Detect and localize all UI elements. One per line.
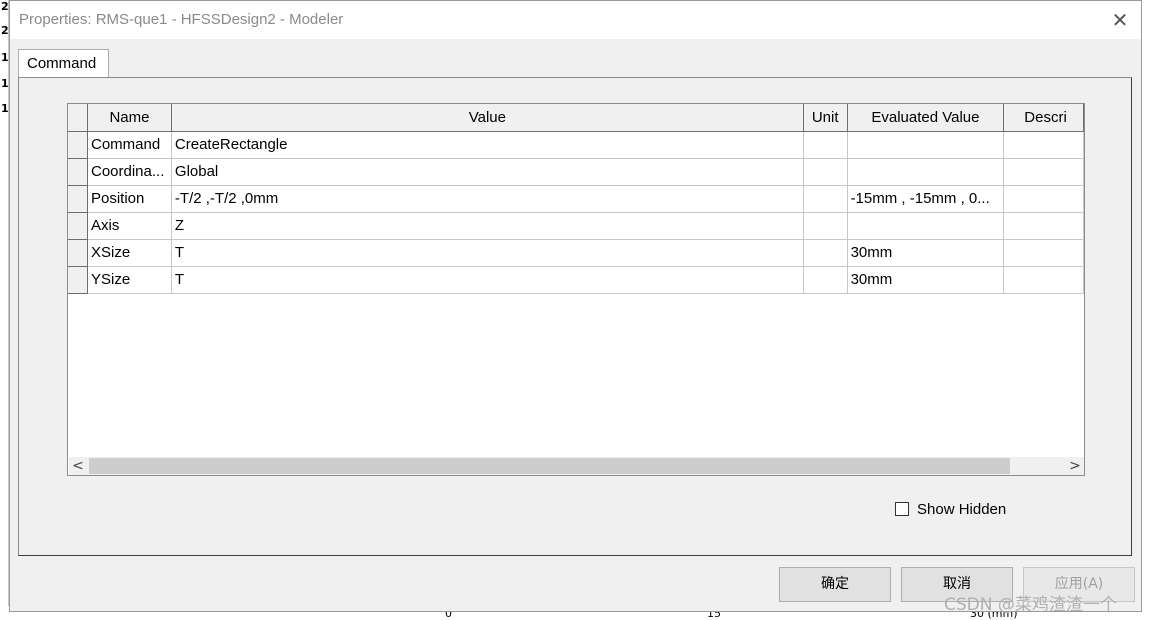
cell-description[interactable]: [1003, 158, 1084, 186]
dialog-title: Properties: RMS-que1 - HFSSDesign2 - Mod…: [19, 11, 344, 28]
column-header-evaluated-value[interactable]: Evaluated Value: [847, 104, 1005, 132]
show-hidden-label[interactable]: Show Hidden: [917, 501, 1006, 518]
cell-name: YSize: [87, 266, 172, 294]
table-row[interactable]: XSize T 30mm: [68, 239, 1084, 267]
column-header-unit[interactable]: Unit: [803, 104, 848, 132]
column-header-description[interactable]: Descri: [1003, 104, 1084, 132]
cell-description[interactable]: [1003, 131, 1084, 159]
properties-dialog: Properties: RMS-que1 - HFSSDesign2 - Mod…: [9, 0, 1142, 612]
watermark-text: CSDN @菜鸡渣渣一个: [944, 595, 1117, 615]
axis-label: 1: [1, 51, 9, 64]
cell-description[interactable]: [1003, 239, 1084, 267]
cell-description[interactable]: [1003, 266, 1084, 294]
row-header[interactable]: [68, 212, 88, 240]
show-hidden-checkbox[interactable]: [895, 502, 909, 516]
table-row[interactable]: Coordina... Global: [68, 158, 1084, 186]
close-icon: ✕: [1111, 8, 1129, 32]
tab-command[interactable]: Command: [18, 49, 109, 78]
cell-description[interactable]: [1003, 185, 1084, 213]
cell-unit[interactable]: [803, 212, 848, 240]
cell-unit[interactable]: [803, 239, 848, 267]
cell-value[interactable]: -T/2 ,-T/2 ,0mm: [171, 185, 804, 213]
cell-evaluated: 30mm: [847, 239, 1005, 267]
cell-unit[interactable]: [803, 131, 848, 159]
ok-button[interactable]: 确定: [779, 567, 891, 602]
properties-table: Name Value Unit Evaluated Value Descri C…: [68, 104, 1084, 294]
modeler-axis-strip: 2 2 1 1 1: [0, 0, 9, 620]
cell-value[interactable]: T: [171, 239, 804, 267]
cell-unit[interactable]: [803, 185, 848, 213]
scroll-right-icon[interactable]: >: [1066, 457, 1084, 475]
cell-name: Axis: [87, 212, 172, 240]
cell-evaluated: [847, 212, 1005, 240]
table-row[interactable]: Axis Z: [68, 212, 1084, 240]
corner-cell: [68, 104, 88, 132]
table-row[interactable]: Position -T/2 ,-T/2 ,0mm -15mm , -15mm ,…: [68, 185, 1084, 213]
cell-unit[interactable]: [803, 266, 848, 294]
column-header-value[interactable]: Value: [171, 104, 804, 132]
cell-evaluated: [847, 158, 1005, 186]
axis-label: 2: [1, 24, 9, 37]
axis-label: 2: [1, 0, 9, 13]
tab-label: Command: [27, 55, 97, 72]
axis-label: 1: [1, 102, 9, 115]
cell-evaluated: 30mm: [847, 266, 1005, 294]
title-bar[interactable]: Properties: RMS-que1 - HFSSDesign2 - Mod…: [10, 1, 1141, 39]
horizontal-scrollbar[interactable]: < >: [69, 457, 1084, 475]
cell-description[interactable]: [1003, 212, 1084, 240]
cell-value[interactable]: CreateRectangle: [171, 131, 804, 159]
row-header[interactable]: [68, 131, 88, 159]
cell-name: Command: [87, 131, 172, 159]
cell-evaluated: [847, 131, 1005, 159]
cell-value[interactable]: Global: [171, 158, 804, 186]
cell-name: Position: [87, 185, 172, 213]
cell-evaluated: -15mm , -15mm , 0...: [847, 185, 1005, 213]
scroll-left-icon[interactable]: <: [69, 457, 87, 475]
row-header[interactable]: [68, 239, 88, 267]
close-button[interactable]: ✕: [1107, 7, 1133, 33]
cell-name: Coordina...: [87, 158, 172, 186]
cell-value[interactable]: T: [171, 266, 804, 294]
row-header[interactable]: [68, 158, 88, 186]
column-header-name[interactable]: Name: [87, 104, 172, 132]
properties-grid: Name Value Unit Evaluated Value Descri C…: [67, 103, 1085, 476]
row-header[interactable]: [68, 185, 88, 213]
table-row[interactable]: Command CreateRectangle: [68, 131, 1084, 159]
axis-label: 1: [1, 77, 9, 90]
scrollbar-thumb[interactable]: [89, 458, 1010, 474]
cell-name: XSize: [87, 239, 172, 267]
cell-unit[interactable]: [803, 158, 848, 186]
table-row[interactable]: YSize T 30mm: [68, 266, 1084, 294]
row-header[interactable]: [68, 266, 88, 294]
cell-value[interactable]: Z: [171, 212, 804, 240]
header-row: Name Value Unit Evaluated Value Descri: [68, 104, 1084, 132]
